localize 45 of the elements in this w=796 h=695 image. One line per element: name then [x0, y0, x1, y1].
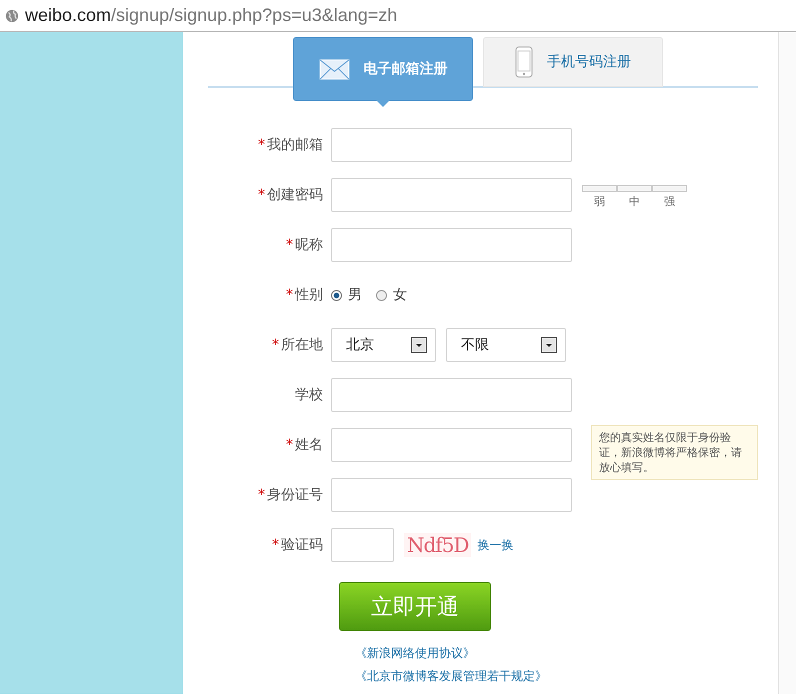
- url-text: weibo.com/signup/signup.php?ps=u3&lang=zh: [25, 5, 398, 26]
- radio-label: 男: [348, 286, 362, 304]
- globe-icon: [5, 8, 19, 22]
- dropdown[interactable]: 北京: [331, 328, 436, 362]
- field-label: 性别: [295, 286, 323, 304]
- input-field[interactable]: [331, 428, 572, 462]
- strength-label: 弱: [593, 194, 606, 209]
- input-field[interactable]: [331, 228, 572, 262]
- required-mark: *: [272, 337, 279, 353]
- hint-box: 您的真实姓名仅限于身份验证，新浪微博将严格保密，请放心填写。: [591, 425, 758, 480]
- required-mark: *: [286, 287, 293, 303]
- field-label: 身份证号: [267, 486, 323, 504]
- captcha-image: Ndf5D: [404, 533, 472, 557]
- envelope-icon: [318, 58, 350, 80]
- strength-label: 中: [628, 194, 641, 209]
- agreement-link[interactable]: 《北京市微博客发展管理若干规定》: [355, 668, 547, 685]
- radio-button[interactable]: [331, 290, 342, 300]
- dropdown[interactable]: 不限: [446, 328, 566, 362]
- strength-label: 强: [663, 194, 676, 209]
- input-field[interactable]: [331, 528, 394, 562]
- required-mark: *: [258, 137, 265, 153]
- caret-icon: [411, 337, 427, 353]
- required-mark: *: [286, 237, 293, 253]
- required-mark: *: [272, 537, 279, 553]
- refresh-link[interactable]: 换一换: [477, 536, 514, 554]
- input-field[interactable]: [331, 478, 572, 512]
- radio-label: 女: [393, 286, 407, 304]
- tab[interactable]: 手机号码注册: [483, 37, 663, 87]
- agreement-link[interactable]: 《新浪网络使用协议》: [355, 645, 475, 662]
- field-label: 创建密码: [267, 186, 323, 204]
- input-field[interactable]: [331, 378, 572, 412]
- input-field[interactable]: [331, 178, 572, 212]
- field-label: 学校: [295, 386, 323, 404]
- radio-button[interactable]: [376, 290, 387, 300]
- field-label: 姓名: [295, 436, 323, 454]
- field-label: 验证码: [281, 536, 323, 554]
- required-mark: *: [286, 437, 293, 453]
- caret-icon: [541, 337, 557, 353]
- field-label: 昵称: [295, 236, 323, 254]
- input-field[interactable]: [331, 128, 572, 162]
- required-mark: *: [258, 187, 265, 203]
- phone-icon: [515, 46, 533, 78]
- field-label: 所在地: [281, 336, 323, 354]
- required-mark: *: [258, 487, 265, 503]
- field-label: 我的邮箱: [267, 136, 323, 154]
